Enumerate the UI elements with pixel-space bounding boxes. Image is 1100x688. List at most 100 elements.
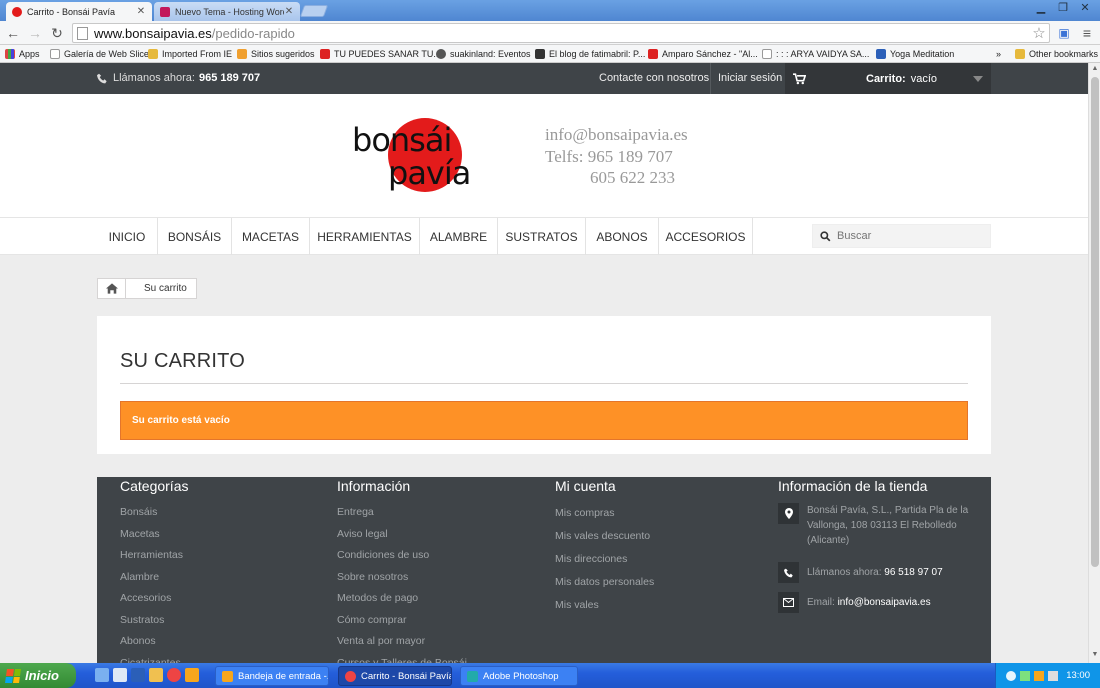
windows-taskbar: Inicio Bandeja de entrada -... Carrito -… <box>0 663 1100 688</box>
bookmark-item[interactable]: Sitios sugeridos <box>237 47 315 61</box>
bookmarks-overflow-button[interactable]: » <box>996 47 1001 61</box>
menu-item-bonsais[interactable]: BONSÁIS <box>158 218 232 255</box>
bookmark-star-icon[interactable]: ☆ <box>1030 24 1048 42</box>
footer-link[interactable]: Cursos y Talleres de Bonsái <box>337 653 467 664</box>
search-box <box>812 224 991 248</box>
footer-link[interactable]: Sobre nosotros <box>337 567 467 589</box>
tab-title: Nuevo Tema - Hosting Wordr <box>175 6 284 17</box>
footer-link[interactable]: Herramientas <box>120 545 188 567</box>
page-scrollbar[interactable]: ▲ ▼ <box>1088 63 1100 663</box>
footer-link[interactable]: Aviso legal <box>337 524 467 546</box>
menu-item-inicio[interactable]: INICIO <box>97 218 158 255</box>
bookmark-item[interactable]: Yoga Meditation <box>876 47 954 61</box>
scroll-up-icon[interactable]: ▲ <box>1091 65 1099 75</box>
network-icon[interactable] <box>1006 670 1017 681</box>
footer-link[interactable]: Cómo comprar <box>337 610 467 632</box>
close-window-icon[interactable]: ✕ <box>1074 0 1096 15</box>
scroll-down-icon[interactable]: ▼ <box>1091 651 1099 661</box>
extension-icon[interactable]: ▣ <box>1055 24 1073 42</box>
footer-link[interactable]: Accesorios <box>120 588 188 610</box>
footer-link[interactable]: Bonsáis <box>120 502 188 524</box>
cart-dropdown[interactable]: Carrito: vacío <box>785 63 991 94</box>
footer-link[interactable]: Cicatrizantes <box>120 653 188 664</box>
footer-link[interactable]: Venta al por mayor <box>337 631 467 653</box>
menu-item-alambre[interactable]: ALAMBRE <box>420 218 498 255</box>
folder-icon[interactable] <box>149 668 163 682</box>
start-button[interactable]: Inicio <box>0 663 76 688</box>
new-tab-button[interactable] <box>299 5 329 17</box>
taskbar-item-mail[interactable]: Bandeja de entrada -... <box>215 666 329 686</box>
address-bar[interactable]: www.bonsaipavia.es/pedido-rapido <box>72 23 1050 43</box>
chevron-down-icon <box>973 75 983 82</box>
bookmark-item[interactable]: suakinland: Eventos <box>436 47 531 61</box>
phone-icon <box>97 73 107 83</box>
footer-link[interactable]: Alambre <box>120 567 188 589</box>
phone-label: Llámanos ahora: <box>113 72 195 84</box>
footer-link[interactable]: Sustratos <box>120 610 188 632</box>
minimize-icon[interactable]: ▁ <box>1030 0 1052 15</box>
site-top-bar: Llámanos ahora: 965 189 707 Contacte con … <box>0 63 1088 94</box>
bookmark-item[interactable]: Imported From IE <box>148 47 232 61</box>
page-icon <box>50 49 60 59</box>
bookmark-item[interactable]: Amparo Sánchez - "Al... <box>648 47 758 61</box>
chrome-icon[interactable] <box>167 668 181 682</box>
store-email-row: Email: info@bonsaipavia.es <box>778 592 978 613</box>
phone-icon <box>778 562 799 583</box>
footer-link[interactable]: Metodos de pago <box>337 588 467 610</box>
store-address-row: Bonsái Pavía, S.L., Partida Pla de la Va… <box>778 503 978 548</box>
document-icon[interactable] <box>113 668 127 682</box>
close-tab-icon[interactable]: ✕ <box>136 6 146 17</box>
footer-link[interactable]: Mis vales descuento <box>555 525 654 548</box>
search-input[interactable] <box>837 230 977 242</box>
menu-item-herramientas[interactable]: HERRAMIENTAS <box>310 218 420 255</box>
menu-item-macetas[interactable]: MACETAS <box>232 218 310 255</box>
footer-link[interactable]: Mis datos personales <box>555 571 654 594</box>
bookmark-item[interactable]: Galería de Web Slice <box>50 47 149 61</box>
page-icon <box>762 49 772 59</box>
start-label: Inicio <box>25 668 59 683</box>
taskbar-item-photoshop[interactable]: Adobe Photoshop <box>460 666 578 686</box>
tab-carrito[interactable]: Carrito - Bonsái Pavía ✕ <box>6 2 152 21</box>
back-icon[interactable]: ← <box>4 24 22 42</box>
divider <box>120 383 968 384</box>
word-icon[interactable] <box>131 668 145 682</box>
bookmark-label: El blog de fatimabril: P... <box>549 49 646 59</box>
footer-link[interactable]: Condiciones de uso <box>337 545 467 567</box>
footer-link[interactable]: Macetas <box>120 524 188 546</box>
tab-nuevo-tema[interactable]: Nuevo Tema - Hosting Wordr ✕ <box>154 2 300 21</box>
other-bookmarks[interactable]: Other bookmarks <box>1015 47 1098 61</box>
volume-icon[interactable] <box>1048 670 1059 681</box>
reload-icon[interactable]: ↻ <box>48 24 66 42</box>
restore-icon[interactable]: ❐ <box>1052 0 1074 15</box>
ie-icon[interactable] <box>95 668 109 682</box>
footer-link[interactable]: Mis vales <box>555 594 654 617</box>
update-icon[interactable] <box>1034 670 1045 681</box>
forward-icon[interactable]: → <box>26 24 44 42</box>
taskbar-item-chrome[interactable]: Carrito - Bonsái Pavía... <box>338 666 452 686</box>
bookmark-item[interactable]: TU PUEDES SANAR TU... <box>320 47 441 61</box>
bonsai-pavia-logo[interactable]: bonsái pavía <box>352 118 492 198</box>
bookmark-apps[interactable]: Apps <box>5 47 40 61</box>
search-icon[interactable] <box>813 230 837 242</box>
menu-item-abonos[interactable]: ABONOS <box>586 218 659 255</box>
security-icon[interactable] <box>1020 670 1031 681</box>
footer-link[interactable]: Mis compras <box>555 502 654 525</box>
bookmarks-more-label: » <box>996 49 1002 59</box>
store-email[interactable]: info@bonsaipavia.es <box>838 597 931 608</box>
menu-item-accesorios[interactable]: ACCESORIOS <box>659 218 753 255</box>
close-tab-icon[interactable]: ✕ <box>284 6 294 17</box>
outlook-icon[interactable] <box>185 668 199 682</box>
topbar-phone: Llámanos ahora: 965 189 707 <box>97 72 260 84</box>
home-icon[interactable] <box>98 279 126 298</box>
bookmark-item[interactable]: : : : ARYA VAIDYA SA... <box>762 47 869 61</box>
login-link[interactable]: Iniciar sesión <box>718 72 782 84</box>
contact-link[interactable]: Contacte con nosotros <box>599 72 709 84</box>
menu-item-sustratos[interactable]: SUSTRATOS <box>498 218 586 255</box>
scroll-thumb[interactable] <box>1091 77 1099 567</box>
footer-link[interactable]: Abonos <box>120 631 188 653</box>
bookmark-label: suakinland: Eventos <box>450 49 531 59</box>
footer-link[interactable]: Mis direcciones <box>555 548 654 571</box>
bookmark-item[interactable]: El blog de fatimabril: P... <box>535 47 645 61</box>
footer-link[interactable]: Entrega <box>337 502 467 524</box>
menu-icon[interactable]: ≡ <box>1078 24 1096 42</box>
